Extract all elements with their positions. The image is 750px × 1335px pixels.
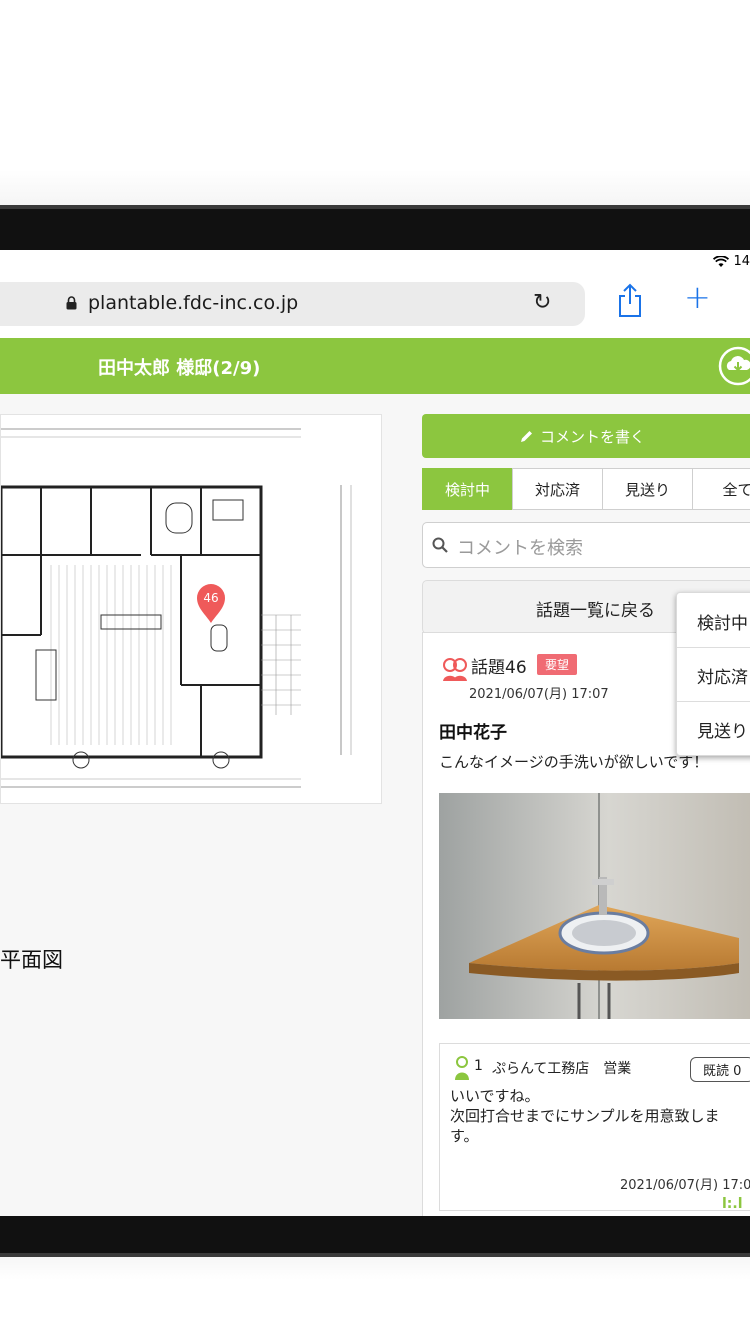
tab-skipped[interactable]: 見送り (602, 468, 693, 510)
share-icon[interactable] (616, 282, 644, 320)
dropdown-divider (677, 647, 750, 648)
reload-icon[interactable]: ↻ (533, 290, 551, 315)
topic-title: 話題46 (471, 658, 527, 678)
reply-line: す。 (450, 1127, 479, 1145)
search-icon (432, 537, 448, 553)
write-comment-button[interactable]: コメントを書く (422, 414, 750, 458)
dropdown-item-under-review[interactable]: 検討中 (697, 609, 748, 634)
comment-search-input[interactable]: コメントを検索 (422, 522, 750, 568)
tab-all[interactable]: 全て (692, 468, 750, 510)
status-tabs: 検討中 対応済 見送り 全て (422, 468, 750, 510)
comment-pin-46[interactable]: 46 (195, 582, 227, 624)
topic-category-badge: 要望 (537, 654, 578, 675)
tablet-screen: 14 plantable.fdc-inc.co.jp ↻ + 田中太郎 様邸(2… (0, 250, 750, 1216)
reply-number: 1 (474, 1058, 483, 1074)
browser-toolbar: plantable.fdc-inc.co.jp ↻ + (0, 276, 750, 338)
floor-plan-image[interactable] (0, 414, 382, 804)
topic-message: こんなイメージの手洗いが欲しいです！ (439, 753, 709, 771)
status-time: 14 (733, 254, 750, 269)
topic-date: 2021/06/07(月) 17:07 (469, 687, 609, 702)
read-count-badge[interactable]: 既読 0 (690, 1057, 750, 1082)
status-dropdown-menu: 検討中 対応済 見送り (676, 592, 750, 756)
topic-author: 田中花子 (439, 723, 507, 743)
project-title: 田中太郎 様邸(2/9) (98, 358, 261, 379)
pin-number: 46 (203, 591, 218, 605)
dropdown-item-skipped[interactable]: 見送り (697, 717, 748, 742)
reply-reaction-icon[interactable]: l:.l (722, 1196, 743, 1212)
reply-comment: 1 ぷらんて工務店 営業 既読 0 いいですね。 次回打合せまでにサンプルを用意… (439, 1043, 750, 1212)
floor-plan-drawing (0, 415, 381, 803)
reply-line: 次回打合せまでにサンプルを用意致しま (450, 1107, 720, 1125)
attached-photo[interactable] (439, 793, 750, 1019)
floor-plan-label: 平面図 (0, 948, 63, 972)
reply-body: いいですね。 次回打合せまでにサンプルを用意致しま す。 (450, 1086, 750, 1146)
lock-icon (66, 296, 77, 310)
status-right: 14 (713, 254, 750, 269)
app-header: 田中太郎 様邸(2/9) (0, 338, 750, 394)
person-icon (455, 1056, 469, 1080)
family-avatar-icon (443, 658, 467, 681)
reply-date: 2021/06/07(月) 17:0 (620, 1178, 750, 1193)
cloud-download-icon[interactable] (718, 346, 750, 386)
url-text: plantable.fdc-inc.co.jp (88, 292, 299, 314)
dropdown-divider (677, 701, 750, 702)
status-bar: 14 (0, 250, 750, 276)
tab-under-review[interactable]: 検討中 (422, 468, 513, 510)
reply-author: ぷらんて工務店 営業 (492, 1061, 632, 1077)
comments-panel: コメントを書く 検討中 対応済 見送り 全て コメントを検索 話題一覧に戻る 話… (422, 394, 750, 1216)
address-bar[interactable]: plantable.fdc-inc.co.jp ↻ (0, 282, 585, 326)
tab-resolved[interactable]: 対応済 (512, 468, 603, 510)
back-to-topics-label: 話題一覧に戻る (536, 601, 655, 621)
reply-line: いいですね。 (450, 1087, 540, 1105)
dropdown-item-resolved[interactable]: 対応済 (697, 663, 748, 688)
pencil-icon (520, 430, 532, 442)
write-comment-label: コメントを書く (539, 427, 645, 446)
search-placeholder: コメントを検索 (457, 538, 583, 559)
wifi-icon (713, 255, 730, 267)
new-tab-icon[interactable]: + (684, 278, 711, 316)
